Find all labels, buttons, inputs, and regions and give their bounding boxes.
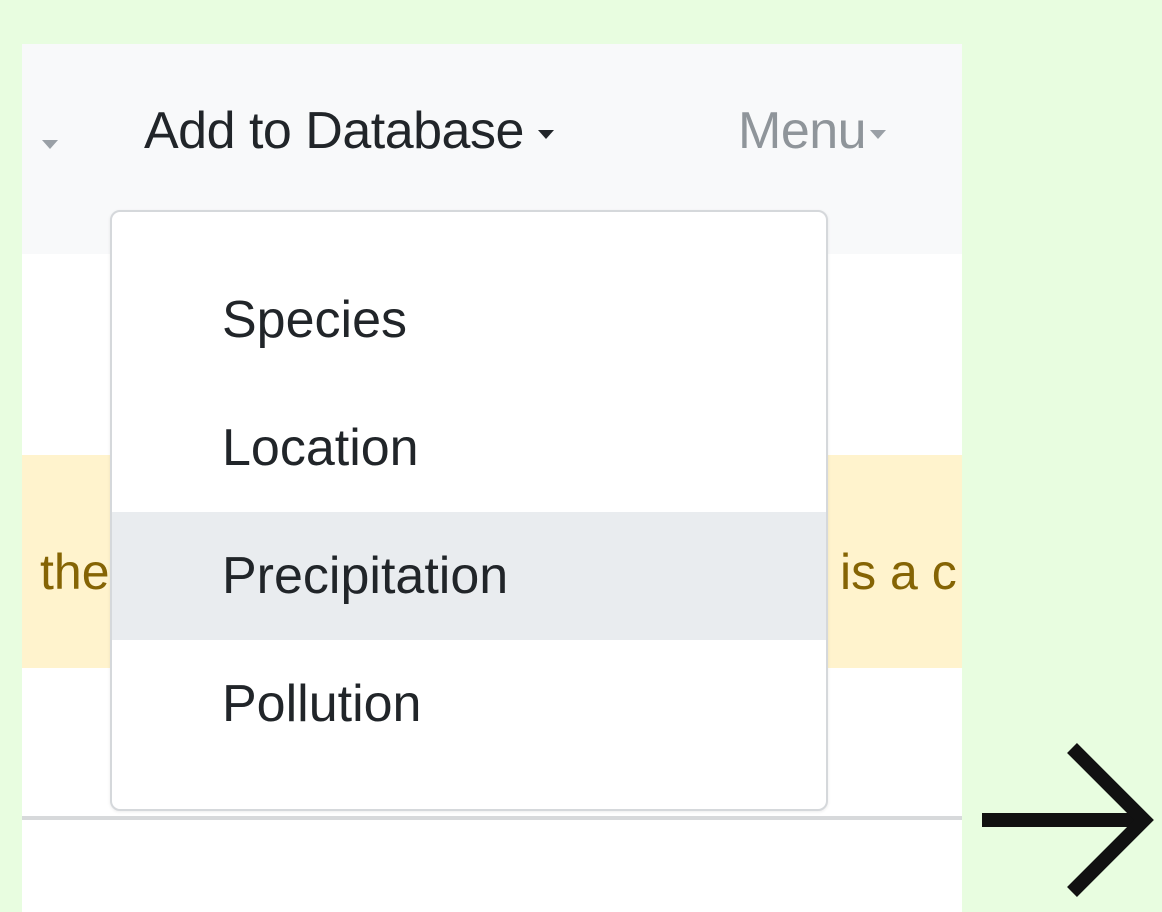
caret-down-icon — [537, 129, 554, 139]
caret-down-icon — [870, 129, 887, 139]
dropdown-item-pollution[interactable]: Pollution — [112, 640, 826, 768]
dropdown-item-species[interactable]: Species — [112, 256, 826, 384]
add-to-database-dropdown-menu: Species Location Precipitation Pollution — [110, 210, 828, 811]
dropdown-item-label: Location — [222, 419, 419, 477]
alert-text-right: is a c — [840, 544, 957, 600]
dropdown-item-label: Precipitation — [222, 547, 509, 605]
menu-label: Menu — [738, 102, 867, 160]
app-screen: Add to Database Menu the is a c Species … — [22, 44, 962, 912]
dropdown-item-label: Species — [222, 291, 407, 349]
arrow-right-icon — [982, 743, 1154, 897]
divider — [22, 816, 962, 820]
dropdown-item-label: Pollution — [222, 675, 422, 733]
add-to-database-label: Add to Database — [144, 102, 524, 160]
alert-text-left: the — [40, 544, 110, 600]
dropdown-item-location[interactable]: Location — [112, 384, 826, 512]
dropdown-item-precipitation[interactable]: Precipitation — [112, 512, 826, 640]
menu-dropdown-toggle[interactable]: Menu — [738, 96, 887, 166]
nav-dropdown-caret-icon[interactable] — [42, 140, 58, 149]
add-to-database-dropdown-toggle[interactable]: Add to Database — [144, 96, 554, 166]
